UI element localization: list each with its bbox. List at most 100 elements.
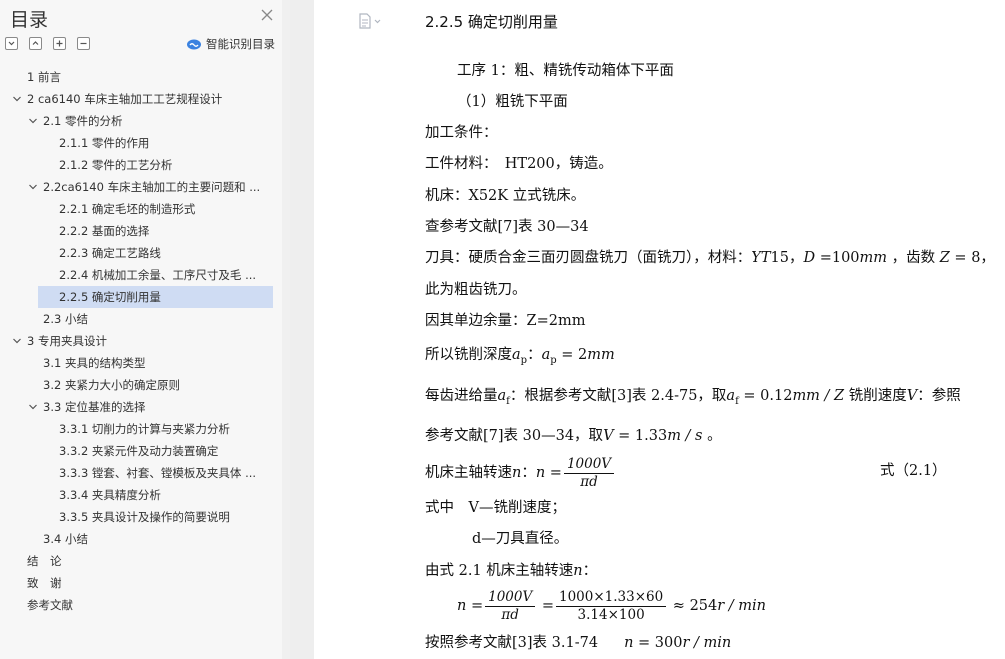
text-line: 所以铣削深度ap：ap = 2mm <box>425 345 615 371</box>
text-span: ：根据参考文献[3]表 2.4-75，取 <box>509 388 727 404</box>
smart-toc-label: 智能识别目录 <box>206 37 275 51</box>
toc-item-label: 致 谢 <box>27 576 62 590</box>
expand-level-button[interactable] <box>53 37 66 50</box>
math-var: mm / Z <box>792 388 845 404</box>
chevron-down-icon[interactable] <box>12 94 22 104</box>
toc-item[interactable]: 3.3.5 夹具设计及操作的简要说明 <box>0 506 282 528</box>
text-span: 参考文献[7]表 30—34，取 <box>425 428 604 444</box>
toc-item-label: 2.1.2 零件的工艺分析 <box>59 158 173 172</box>
toc-item[interactable]: 2.2.2 基面的选择 <box>0 220 282 242</box>
toc-item[interactable]: 2.2ca6140 车床主轴加工的主要问题和 ... <box>0 176 282 198</box>
text-span: = 1.33 <box>613 428 668 444</box>
math-var: m / s <box>667 428 703 444</box>
math-var: mm <box>587 347 615 363</box>
chevron-down-icon[interactable] <box>12 336 22 346</box>
text-span: = 0.12 <box>738 388 793 404</box>
math-var: D <box>803 250 816 266</box>
chevron-down-icon[interactable] <box>28 116 38 126</box>
toc-item[interactable]: 2.2.1 确定毛坯的制造形式 <box>0 198 282 220</box>
text-span: 所以铣削深度 <box>425 347 512 363</box>
math-var: n <box>624 635 634 651</box>
close-sidebar-button[interactable] <box>259 6 275 24</box>
toc-item[interactable]: 参考文献 <box>0 594 282 616</box>
toc-item-label: 3.3 定位基准的选择 <box>43 400 146 414</box>
document-area <box>290 0 1005 659</box>
close-icon <box>261 9 273 21</box>
toc-item[interactable]: 2.1.2 零件的工艺分析 <box>0 154 282 176</box>
toc-item[interactable]: 3.3 定位基准的选择 <box>0 396 282 418</box>
toc-item-label: 2 ca6140 车床主轴加工工艺规程设计 <box>27 92 223 106</box>
text-span: ≈ 254 <box>668 598 718 614</box>
toc-item-label: 3.3.2 夹紧元件及动力装置确定 <box>59 444 219 458</box>
chevron-down-icon[interactable] <box>28 182 38 192</box>
text-line: 式中 V—铣削速度； <box>425 500 566 516</box>
math-var: a <box>726 388 736 404</box>
minus-icon <box>80 42 87 45</box>
toc-item[interactable]: 3.1 夹具的结构类型 <box>0 352 282 374</box>
toc-item-label: 3 专用夹具设计 <box>27 334 107 348</box>
text-span: = 8， <box>949 250 995 266</box>
process-title: 工序 1：粗、精铣传动箱体下平面 <box>457 63 674 79</box>
toc-item-label: 2.2.3 确定工艺路线 <box>59 246 161 260</box>
page-menu-button[interactable] <box>358 13 384 29</box>
text-line: 机床：X52K 立式铣床。 <box>425 188 586 204</box>
toc-item[interactable]: 2.3 小结 <box>0 308 282 330</box>
fraction: 1000V πd <box>485 589 536 624</box>
toc-item[interactable]: 2.2.5 确定切削用量 <box>0 286 282 308</box>
collapse-all-button[interactable] <box>29 37 42 50</box>
toc-item[interactable]: 1 前言 <box>0 66 282 88</box>
text-line: 此为粗齿铣刀。 <box>425 282 527 298</box>
collapse-level-button[interactable] <box>77 37 90 50</box>
math-var: a <box>512 347 521 363</box>
fraction: 1000×1.33×60 3.14×100 <box>555 589 667 624</box>
text-span: ，齿数 <box>887 250 940 266</box>
toc-item[interactable]: 2.1 零件的分析 <box>0 110 282 132</box>
toc-item[interactable]: 3 专用夹具设计 <box>0 330 282 352</box>
toc-item[interactable]: 结 论 <box>0 550 282 572</box>
toc-item-label: 结 论 <box>27 554 62 568</box>
toc-item-label: 3.2 夹紧力大小的确定原则 <box>43 378 180 392</box>
math-var: mm <box>859 250 888 266</box>
subsection-title: （1）粗铣下平面 <box>457 94 568 110</box>
text-span: 按照参考文献[3]表 3.1-74 <box>425 635 599 651</box>
toc-item[interactable]: 2.1.1 零件的作用 <box>0 132 282 154</box>
toc-item-label: 2.3 小结 <box>43 312 88 326</box>
toc-item[interactable]: 2.2.4 机械加工余量、工序尺寸及毛 ... <box>0 264 282 286</box>
sidebar-scrollbar[interactable] <box>282 0 290 659</box>
math-var: V <box>906 388 918 404</box>
text-span: ：参照 <box>917 388 961 404</box>
toc-item[interactable]: 3.3.1 切削力的计算与夹紧力分析 <box>0 418 282 440</box>
text-span: 。 <box>702 428 722 444</box>
chevron-down-icon[interactable] <box>28 402 38 412</box>
math-var: r / min <box>682 635 732 651</box>
toc-item[interactable]: 3.2 夹紧力大小的确定原则 <box>0 374 282 396</box>
fraction-numerator: 1000V <box>485 589 536 607</box>
expand-all-button[interactable] <box>5 37 18 50</box>
text-span: = <box>545 465 562 481</box>
text-line: 刀具：硬质合金三面刃圆盘铣刀（面铣刀），材料：YT15，D =100mm ，齿数… <box>425 248 995 268</box>
toc-item[interactable]: 致 谢 <box>0 572 282 594</box>
document-page <box>314 0 1005 659</box>
toc-item[interactable]: 2.2.3 确定工艺路线 <box>0 242 282 264</box>
toc-item-label: 2.2ca6140 车床主轴加工的主要问题和 ... <box>43 180 261 194</box>
toc-item[interactable]: 3.3.3 镗套、衬套、镗模板及夹具体 ... <box>0 462 282 484</box>
text-line: 加工条件： <box>425 125 498 141</box>
math-var: r / min <box>717 598 767 614</box>
toc-item[interactable]: 3.3.2 夹紧元件及动力装置确定 <box>0 440 282 462</box>
chevron-up-icon <box>32 41 39 45</box>
text-span: 由式 2.1 机床主轴转速 <box>425 563 574 579</box>
smart-toc-button[interactable]: 智能识别目录 <box>186 36 275 52</box>
math-var: n <box>573 563 583 579</box>
toc-item-label: 2.2.1 确定毛坯的制造形式 <box>59 202 196 216</box>
toc-item[interactable]: 2 ca6140 车床主轴加工工艺规程设计 <box>0 88 282 110</box>
text-span: = 300 <box>633 635 683 651</box>
math-var: a <box>497 388 507 404</box>
toc-title: 目录 <box>10 9 49 31</box>
chevron-down-icon <box>8 41 15 46</box>
toc-item[interactable]: 3.4 小结 <box>0 528 282 550</box>
toc-item-label: 2.1.1 零件的作用 <box>59 136 150 150</box>
toc-item[interactable]: 3.3.4 夹具精度分析 <box>0 484 282 506</box>
equation-number: 式（2.1） <box>880 463 947 479</box>
toc-item-label: 参考文献 <box>27 598 73 612</box>
cloud-icon <box>187 39 201 50</box>
